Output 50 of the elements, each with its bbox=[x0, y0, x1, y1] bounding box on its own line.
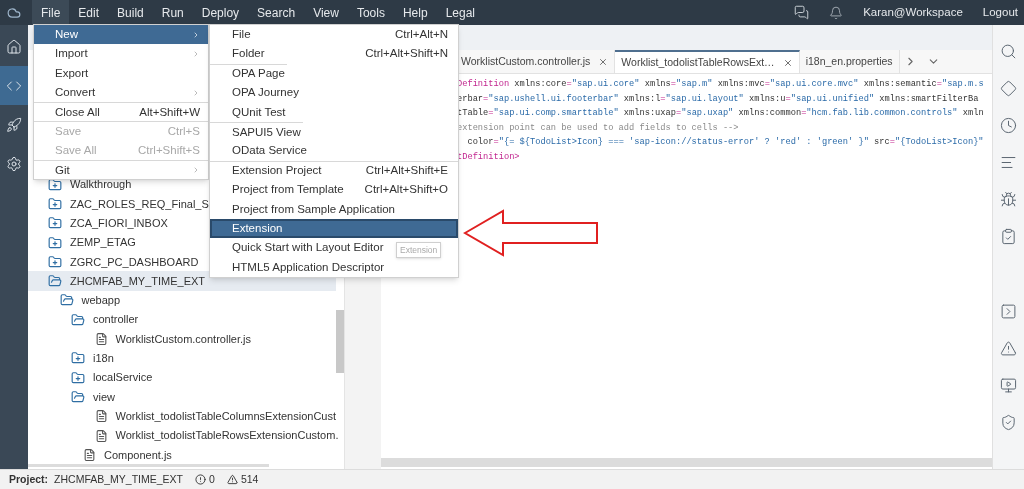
status-label: Project: bbox=[9, 471, 49, 487]
tree-item[interactable]: WorklistCustom.controller.js bbox=[28, 329, 336, 349]
menu-entry[interactable]: Project from Sample Application bbox=[210, 199, 397, 219]
menu-item[interactable]: File bbox=[32, 0, 70, 25]
menu-entry[interactable]: New bbox=[34, 25, 208, 45]
editor-tab[interactable]: i18n_en.properties bbox=[799, 50, 900, 73]
menu-entry[interactable]: Git bbox=[34, 160, 208, 180]
tree-item[interactable]: Worklist_todolistTableRowsExtensionCustom. bbox=[28, 425, 336, 446]
menu-entry[interactable]: File Ctrl+Alt+N bbox=[210, 25, 458, 45]
menu-entry[interactable]: OPA Page bbox=[210, 63, 287, 84]
user-name[interactable]: Karan@Workspace bbox=[863, 3, 963, 22]
menu-entry[interactable]: OPA Journey bbox=[210, 83, 301, 103]
menu-item[interactable]: Tools bbox=[347, 0, 394, 25]
tree-item[interactable]: webapp bbox=[28, 290, 336, 311]
code-line: tTable="sap.ui.comp.smarttable" xmlns:uxap="sap.uxap" xmlns:common="hcm.fab.lib.common.controls" xmln bbox=[457, 107, 984, 120]
logout-link[interactable]: Logout bbox=[982, 3, 1018, 22]
menu-entry[interactable]: Close All Alt+Shift+W bbox=[34, 102, 208, 122]
menu-entry[interactable]: SAPUI5 View bbox=[210, 121, 303, 142]
tree-item[interactable]: view bbox=[28, 387, 336, 407]
tree-item[interactable]: Worklist_todolistTableColumnsExtensionCust bbox=[28, 406, 336, 426]
editor-tab[interactable]: Worklist_todolistTableRowsExt… bbox=[615, 50, 800, 73]
tree-item[interactable]: Component.js bbox=[28, 445, 336, 465]
error-count[interactable]: 0 bbox=[209, 471, 215, 488]
warning-count[interactable]: 514 bbox=[240, 471, 259, 488]
menu-item[interactable]: Help bbox=[393, 0, 437, 25]
menu-entry[interactable]: Folder Ctrl+Alt+Shift+N bbox=[210, 44, 458, 64]
project-name: ZHCMFAB_MY_TIME_EXT bbox=[54, 471, 184, 487]
menu-item[interactable]: View bbox=[304, 0, 348, 25]
menu-item[interactable]: Deploy bbox=[192, 0, 249, 25]
menu-entry[interactable]: Extension Project Ctrl+Alt+Shift+E bbox=[210, 160, 458, 181]
menu-entry[interactable]: OData Service bbox=[210, 141, 309, 161]
tree-item[interactable]: i18n bbox=[28, 348, 336, 368]
menu-item[interactable]: Run bbox=[152, 0, 193, 25]
menu-entry[interactable]: QUnit Test bbox=[210, 102, 288, 122]
menu-item[interactable]: Search bbox=[248, 0, 305, 25]
tooltip: Extension bbox=[396, 242, 442, 258]
tree-item[interactable]: localService bbox=[28, 367, 336, 388]
menu-item[interactable]: Edit bbox=[69, 0, 109, 25]
tree-item[interactable]: controller bbox=[28, 310, 336, 330]
menu-item[interactable]: Build bbox=[108, 0, 153, 25]
menu-entry[interactable]: Import bbox=[34, 44, 208, 64]
menu-entry[interactable]: Convert bbox=[34, 82, 208, 103]
menu-entry[interactable]: Quick Start with Layout Editor bbox=[210, 238, 386, 258]
menu-entry[interactable]: Export bbox=[34, 63, 208, 83]
menu-entry[interactable]: Extension bbox=[210, 218, 458, 239]
code-line: color="{= ${TodoList>Icon} === 'sap-icon://status-error' ? 'red' : 'green' }" src="{TodoList>Icon}" bbox=[466, 136, 984, 149]
code-line: tDefinition> bbox=[457, 150, 520, 164]
menu-entry[interactable]: Project from Template Ctrl+Alt+Shift+O bbox=[210, 180, 458, 200]
menu-item[interactable]: Legal bbox=[436, 0, 484, 25]
code-line: Definition xmlns:core="sap.ui.core" xmlns="sap.m" xmlns:mvc="sap.ui.core.mvc" xmlns:semantic="sap.m.s bbox=[457, 78, 984, 91]
